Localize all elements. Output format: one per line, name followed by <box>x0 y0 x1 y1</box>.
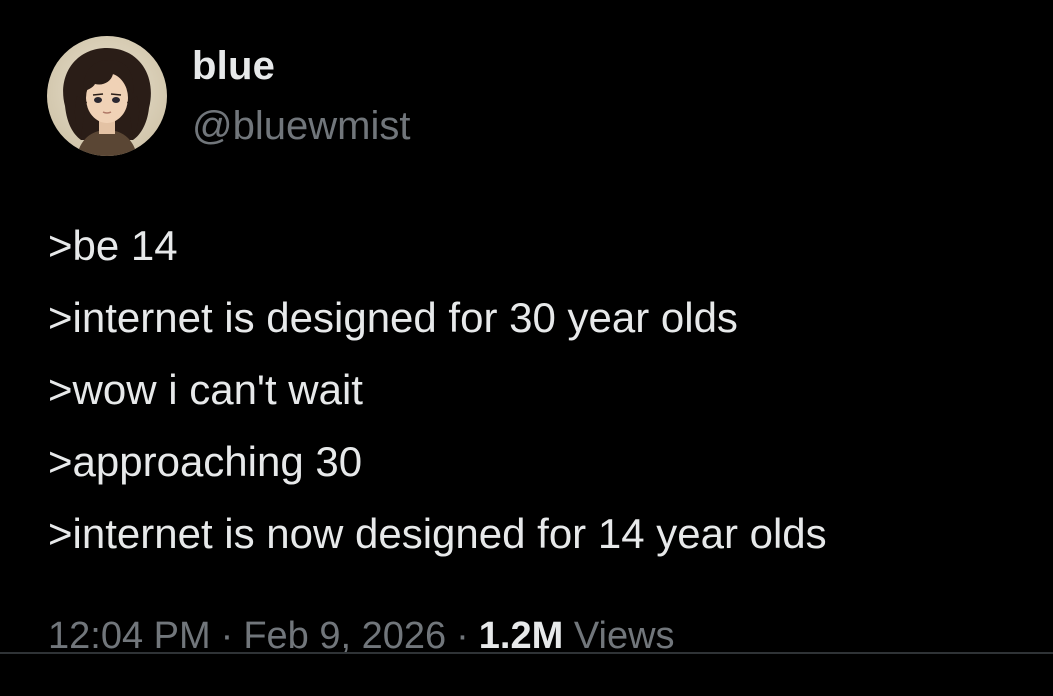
tweet-line: >internet is designed for 30 year olds <box>48 294 738 341</box>
author-handle[interactable]: @bluewmist <box>192 102 410 150</box>
author-display-name[interactable]: blue <box>192 42 275 90</box>
anime-avatar-icon <box>47 36 167 156</box>
author-avatar[interactable] <box>47 36 167 156</box>
tweet-line: >approaching 30 <box>48 438 363 485</box>
tweet-line: >wow i can't wait <box>48 366 363 413</box>
tweet-time: 12:04 PM <box>48 615 211 657</box>
tweet-date: Feb 9, 2026 <box>243 615 447 657</box>
tweet-line: >be 14 <box>48 222 178 269</box>
meta-separator: · <box>220 615 234 657</box>
views-count: 1.2M <box>478 615 564 657</box>
meta-separator: · <box>456 615 469 657</box>
divider <box>0 652 1053 654</box>
views-label: Views <box>573 615 675 657</box>
tweet-text: >be 14 >internet is designed for 30 year… <box>48 210 827 570</box>
tweet-detail: blue @bluewmist >be 14 >internet is desi… <box>0 0 1053 696</box>
tweet-line: >internet is now designed for 14 year ol… <box>48 510 827 557</box>
tweet-timestamp-link[interactable]: 12:04 PM · Feb 9, 2026 <box>48 615 446 657</box>
views-link[interactable]: 1.2M Views <box>479 615 675 657</box>
